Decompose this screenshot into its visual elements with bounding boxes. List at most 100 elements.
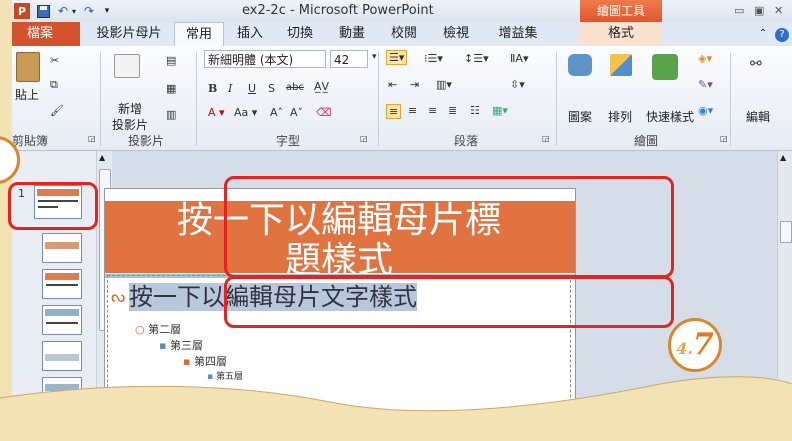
align-right-icon[interactable]: ≡ [428, 104, 437, 117]
distribute-icon[interactable]: ☷ [470, 104, 480, 117]
tab-review[interactable]: 校閱 [384, 22, 424, 46]
quick-styles-button[interactable]: 快速樣式 [640, 108, 700, 125]
underline-icon[interactable]: U [248, 82, 256, 95]
grow-font-icon[interactable]: A˄ [270, 106, 283, 119]
font-launcher-icon[interactable]: ◲ [360, 134, 368, 143]
justify-icon[interactable]: ≣ [448, 104, 457, 117]
window-title: ex2-2c - Microsoft PowerPoint [242, 3, 434, 18]
text-direction-icon[interactable]: ⅡA▾ [510, 52, 528, 65]
step-badge: 4.7 [668, 318, 722, 372]
tab-insert[interactable]: 插入 [230, 22, 270, 46]
reset-icon[interactable]: ▦ [166, 82, 176, 95]
divider [556, 52, 557, 146]
scroll-thumb[interactable] [780, 221, 792, 243]
divider [378, 52, 379, 146]
drawing-tools-context-header: 繪圖工具 [580, 0, 662, 22]
tab-format[interactable]: 格式 [580, 22, 662, 46]
minimize-icon[interactable]: ▭ [734, 4, 744, 17]
align-text-icon[interactable]: ⇳▾ [510, 78, 525, 91]
font-size-combo[interactable]: 42 [330, 50, 368, 68]
italic-icon[interactable]: I [228, 82, 232, 95]
format-painter-icon[interactable]: 🖌 [50, 104, 64, 117]
minimize-ribbon-icon[interactable]: ⌃ [756, 22, 770, 46]
align-center-icon[interactable]: ≡ [408, 104, 417, 117]
columns-icon[interactable]: ▥▾ [436, 78, 452, 91]
undo-icon[interactable]: ↶ [56, 3, 70, 19]
new-slide-button-line2[interactable]: 投影片 [106, 116, 154, 133]
title-bar: P ↶ ▾ ↷ ▾ ex2-2c - Microsoft PowerPoint … [12, 0, 792, 23]
shape-outline-icon[interactable]: ✎▾ [698, 78, 713, 91]
layout-thumbnail[interactable] [42, 377, 82, 407]
shadow-icon[interactable]: S [268, 82, 275, 95]
shapes-icon[interactable] [568, 54, 592, 76]
new-slide-icon[interactable] [114, 54, 140, 78]
restore-icon[interactable]: ▣ [754, 4, 764, 17]
shrink-font-icon[interactable]: A˅ [290, 106, 303, 119]
numbering-icon[interactable]: ⁝☰▾ [424, 52, 443, 65]
tab-view[interactable]: 檢視 [436, 22, 476, 46]
undo-dropdown-icon[interactable]: ▾ [70, 3, 78, 19]
increase-indent-icon[interactable]: ⇥ [410, 78, 419, 91]
close-icon[interactable]: ✕ [774, 4, 783, 17]
copy-icon[interactable]: ⧉ [50, 78, 58, 92]
tab-home[interactable]: 常用 [174, 22, 224, 48]
customize-qat-icon[interactable]: ▾ [102, 3, 112, 19]
tab-transitions[interactable]: 切換 [280, 22, 320, 46]
section-icon[interactable]: ▥ [166, 108, 176, 121]
smartart-icon[interactable]: ▦▾ [492, 104, 508, 117]
cut-icon[interactable]: ✂ [50, 54, 59, 67]
font-name-combo[interactable]: 新細明體 (本文) [204, 50, 326, 68]
powerpoint-logo-icon[interactable]: P [14, 3, 30, 19]
help-icon[interactable]: ? [774, 22, 790, 46]
character-spacing-icon[interactable]: A̲V̲ [314, 80, 329, 93]
tab-slide-master[interactable]: 投影片母片 [90, 22, 168, 46]
scroll-up-icon[interactable]: ▲ [780, 153, 786, 162]
group-label-clipboard: 剪貼簿 [12, 134, 49, 148]
paste-button[interactable]: 貼上 [12, 86, 42, 103]
paragraph-launcher-icon[interactable]: ◲ [542, 134, 550, 143]
layout-thumbnail[interactable] [42, 269, 82, 299]
scroll-up-icon[interactable]: ▲ [99, 153, 105, 162]
group-label-paragraph: 段落 [454, 134, 479, 148]
line-spacing-icon[interactable]: ↕☰▾ [464, 52, 489, 65]
highlight-body-text [224, 276, 674, 328]
editor-scrollbar[interactable]: ▲ [777, 151, 792, 441]
shape-fill-icon[interactable]: ◈▾ [698, 52, 712, 65]
clipboard-launcher-icon[interactable]: ◲ [88, 134, 96, 143]
paste-icon[interactable] [16, 52, 40, 82]
step-prefix: 4. [676, 339, 693, 358]
highlight-master-thumbnail [8, 182, 98, 230]
highlight-title-placeholder [224, 176, 674, 278]
tab-animations[interactable]: 動畫 [332, 22, 372, 46]
decrease-indent-icon[interactable]: ⇤ [388, 78, 397, 91]
shapes-button[interactable]: 圖案 [564, 108, 596, 125]
editing-button[interactable]: 編輯 [738, 108, 778, 125]
shape-effects-icon[interactable]: ◉▾ [698, 104, 713, 117]
layout-thumbnail[interactable] [42, 233, 82, 263]
redo-icon[interactable]: ↷ [82, 3, 96, 19]
quick-styles-icon[interactable] [652, 54, 678, 80]
arrange-button[interactable]: 排列 [604, 108, 636, 125]
save-icon[interactable] [36, 3, 50, 19]
group-label-font: 字型 [276, 134, 301, 148]
tab-addins[interactable]: 增益集 [490, 22, 546, 46]
bold-icon[interactable]: B [208, 82, 217, 95]
layout-thumbnail[interactable] [42, 305, 82, 335]
ribbon-tabs: 檔案 投影片母片 常用 插入 切換 動畫 校閱 檢視 增益集 格式 ⌃ ? [12, 22, 792, 48]
font-color-icon[interactable]: A ▾ [208, 106, 225, 119]
new-slide-button-line1[interactable]: 新增 [110, 100, 150, 117]
divider [730, 52, 731, 146]
arrange-icon[interactable] [610, 54, 632, 76]
align-left-icon[interactable]: ≡ [386, 104, 402, 119]
layout-thumbnail[interactable] [42, 413, 82, 441]
tab-file[interactable]: 檔案 [12, 22, 80, 46]
bullets-icon[interactable]: ☰▾ [386, 50, 408, 65]
layout-thumbnail[interactable] [42, 341, 82, 371]
layout-icon[interactable]: ▤ [166, 54, 176, 67]
strikethrough-icon[interactable]: abc [286, 82, 304, 93]
clear-formatting-icon[interactable]: ⌫ [316, 106, 332, 119]
font-size-dropdown-icon[interactable]: ▾ [372, 52, 377, 62]
drawing-launcher-icon[interactable]: ◲ [720, 134, 728, 143]
binoculars-icon[interactable]: ⚯ [750, 56, 762, 72]
change-case-icon[interactable]: Aa ▾ [234, 106, 257, 119]
